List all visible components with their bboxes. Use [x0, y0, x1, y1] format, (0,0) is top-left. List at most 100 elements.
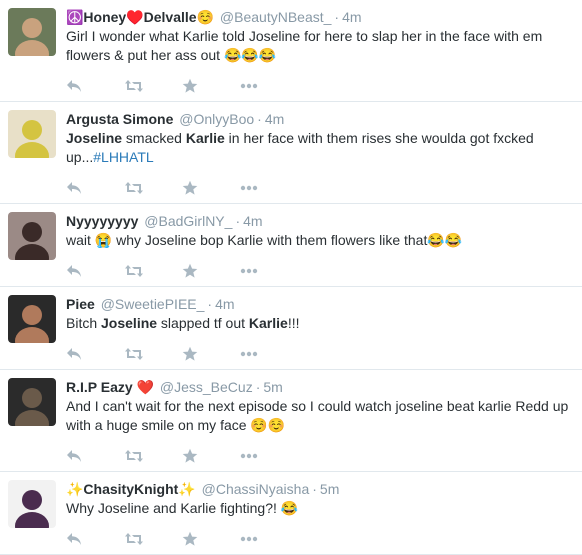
- timestamp[interactable]: 4m: [243, 213, 262, 229]
- more-button[interactable]: [240, 344, 298, 364]
- favorite-icon: [182, 180, 198, 195]
- reply-icon: [67, 450, 81, 462]
- tweet-actions: [66, 524, 572, 554]
- more-icon: [240, 351, 258, 357]
- separator-dot: ·: [334, 9, 340, 25]
- highlighted-keyword: Joseline: [101, 315, 158, 331]
- retweet-button[interactable]: [124, 344, 182, 364]
- retweet-icon: [125, 182, 143, 194]
- tweet-text: And I can't wait for the next episode so…: [66, 397, 572, 435]
- more-button[interactable]: [240, 446, 298, 466]
- reply-button[interactable]: [66, 178, 124, 198]
- tweet-header: ☮️Honey♥️Delvalle☺️ @BeautyNBeast_ · 4m: [66, 8, 572, 26]
- favorite-icon: [182, 78, 198, 93]
- separator-dot: ·: [257, 111, 262, 127]
- avatar[interactable]: [8, 378, 56, 426]
- timestamp[interactable]: 5m: [263, 379, 282, 395]
- tweet[interactable]: ☮️Honey♥️Delvalle☺️ @BeautyNBeast_ · 4m Gi…: [0, 0, 582, 102]
- tweet[interactable]: Argusta Simone @OnlyyBoo · 4m Joseline sma…: [0, 102, 582, 204]
- tweet-feed: ☮️Honey♥️Delvalle☺️ @BeautyNBeast_ · 4m Gi…: [0, 0, 582, 555]
- tweet-actions: [66, 71, 572, 101]
- favorite-icon: [182, 448, 198, 463]
- avatar[interactable]: [8, 212, 56, 260]
- highlighted-keyword: Karlie: [248, 315, 288, 331]
- user-name[interactable]: Nyyyyyyyy: [66, 213, 138, 229]
- tweet[interactable]: Nyyyyyyyy @BadGirlNY_ · 4m wait 😭 why Jose…: [0, 204, 582, 287]
- avatar[interactable]: [8, 8, 56, 56]
- user-handle[interactable]: @BadGirlNY_: [144, 213, 232, 229]
- timestamp[interactable]: 4m: [342, 9, 361, 25]
- user-name[interactable]: ☮️Honey♥️Delvalle☺️: [66, 9, 214, 25]
- user-name[interactable]: Argusta Simone: [66, 111, 173, 127]
- reply-icon: [67, 533, 81, 545]
- timestamp[interactable]: 4m: [215, 296, 234, 312]
- hashtag-link[interactable]: #LHHATL: [93, 149, 153, 165]
- reply-icon: [67, 265, 81, 277]
- avatar[interactable]: [8, 295, 56, 343]
- retweet-button[interactable]: [124, 446, 182, 466]
- reply-button[interactable]: [66, 446, 124, 466]
- more-button[interactable]: [240, 261, 298, 281]
- more-button[interactable]: [240, 529, 298, 549]
- tweet-text: Why Joseline and Karlie fighting?! 😂: [66, 499, 572, 518]
- timestamp[interactable]: 4m: [265, 111, 284, 127]
- retweet-icon: [125, 265, 143, 277]
- retweet-icon: [125, 533, 143, 545]
- reply-button[interactable]: [66, 344, 124, 364]
- retweet-icon: [125, 450, 143, 462]
- text-segment: !!!: [287, 315, 300, 331]
- text-segment: Why Joseline and Karlie fighting?! 😂: [66, 500, 299, 516]
- favorite-button[interactable]: [182, 446, 240, 466]
- user-handle[interactable]: @Jess_BeCuz: [160, 379, 253, 395]
- retweet-button[interactable]: [124, 261, 182, 281]
- text-segment: smacked: [122, 130, 186, 146]
- tweet[interactable]: Piee @SweetiePIEE_ · 4m Bitch Joseline sla…: [0, 287, 582, 370]
- retweet-button[interactable]: [124, 76, 182, 96]
- more-icon: [240, 536, 258, 542]
- more-button[interactable]: [240, 76, 298, 96]
- reply-icon: [67, 80, 81, 92]
- separator-dot: ·: [235, 213, 241, 229]
- timestamp[interactable]: 5m: [320, 481, 339, 497]
- tweet-text: Joseline smacked Karlie in her face with…: [66, 129, 572, 167]
- user-handle[interactable]: @ChassiNyaisha: [202, 481, 310, 497]
- tweet[interactable]: ✨ChasityKnight✨ @ChassiNyaisha · 5m Why Jo…: [0, 472, 582, 555]
- tweet-header: Nyyyyyyyy @BadGirlNY_ · 4m: [66, 212, 572, 230]
- retweet-button[interactable]: [124, 529, 182, 549]
- user-handle[interactable]: @BeautyNBeast_: [220, 9, 332, 25]
- separator-dot: ·: [255, 379, 261, 395]
- avatar[interactable]: [8, 480, 56, 528]
- favorite-button[interactable]: [182, 178, 240, 198]
- user-name[interactable]: Piee: [66, 296, 95, 312]
- user-handle[interactable]: @SweetiePIEE_: [101, 296, 205, 312]
- reply-button[interactable]: [66, 529, 124, 549]
- text-segment: Bitch: [66, 315, 102, 331]
- tweet-text: Bitch Joseline slapped tf out Karlie!!!: [66, 314, 572, 333]
- more-icon: [240, 453, 258, 459]
- highlighted-keyword: Joseline: [66, 130, 123, 146]
- favorite-button[interactable]: [182, 344, 240, 364]
- more-button[interactable]: [240, 178, 298, 198]
- user-name[interactable]: ✨ChasityKnight✨: [66, 481, 196, 497]
- tweet-header: Argusta Simone @OnlyyBoo · 4m: [66, 110, 572, 128]
- favorite-button[interactable]: [182, 261, 240, 281]
- tweet-text: Girl I wonder what Karlie told Joseline …: [66, 27, 572, 65]
- text-segment: wait 😭 why Joseline bop Karlie with them…: [66, 232, 463, 248]
- favorite-button[interactable]: [182, 76, 240, 96]
- favorite-icon: [182, 263, 198, 278]
- retweet-button[interactable]: [124, 178, 182, 198]
- reply-button[interactable]: [66, 261, 124, 281]
- tweet-header: R.I.P Eazy ❤️ @Jess_BeCuz · 5m: [66, 378, 572, 396]
- favorite-icon: [182, 531, 198, 546]
- favorite-button[interactable]: [182, 529, 240, 549]
- tweet-header: Piee @SweetiePIEE_ · 4m: [66, 295, 572, 313]
- tweet-actions: [66, 441, 572, 471]
- tweet-text: wait 😭 why Joseline bop Karlie with them…: [66, 231, 572, 250]
- favorite-icon: [182, 346, 198, 361]
- avatar[interactable]: [8, 110, 56, 158]
- more-icon: [240, 185, 258, 191]
- user-handle[interactable]: @OnlyyBoo: [179, 111, 254, 127]
- tweet[interactable]: R.I.P Eazy ❤️ @Jess_BeCuz · 5m And I can't…: [0, 370, 582, 472]
- reply-button[interactable]: [66, 76, 124, 96]
- user-name[interactable]: R.I.P Eazy ❤️: [66, 379, 154, 395]
